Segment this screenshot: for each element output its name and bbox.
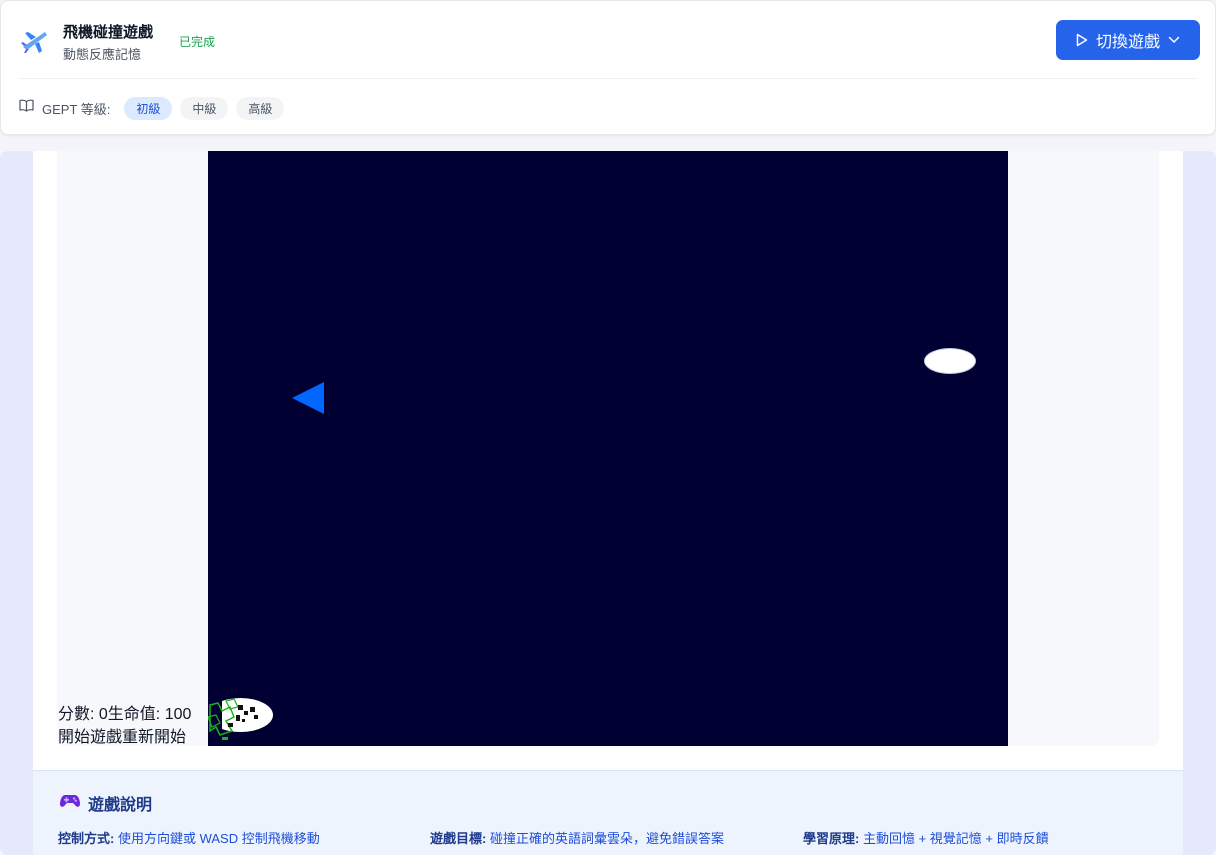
game-instructions: 遊戲說明 控制方式: 使用方向鍵或 WASD 控制飛機移動 遊戲目標: 碰撞正確… — [33, 770, 1183, 855]
instructions-title: 遊戲說明 — [88, 797, 153, 814]
game-canvas[interactable] — [208, 151, 1008, 746]
control-info: 控制方式: 使用方向鍵或 WASD 控制飛機移動 — [58, 828, 320, 847]
airplane-icon — [19, 27, 49, 55]
game-area: 分數: 0生命值: 100 開始遊戲重新開始 — [57, 151, 1159, 746]
goal-label: 遊戲目標: — [430, 831, 487, 846]
start-game-button[interactable]: 開始遊戲 — [58, 729, 122, 746]
goal-info: 遊戲目標: 碰撞正確的英語詞彙雲朵，避免錯誤答案 — [430, 828, 724, 847]
switch-game-button[interactable]: 切換遊戲 — [1056, 20, 1200, 60]
chevron-down-icon — [1168, 36, 1180, 44]
game-hud: 分數: 0生命值: 100 開始遊戲重新開始 — [58, 703, 191, 749]
page-subtitle: 動態反應記憶 — [63, 47, 142, 62]
player-plane — [292, 382, 325, 415]
principle-info: 學習原理: 主動回憶 + 視覺記憶 + 即時反饋 — [803, 828, 1049, 847]
collision-effect — [208, 697, 268, 743]
principle-label: 學習原理: — [803, 831, 860, 846]
restart-game-button[interactable]: 重新開始 — [122, 729, 186, 746]
life-text: 生命值: 100 — [107, 706, 192, 723]
principle-text: 主動回憶 + 視覺記憶 + 即時反饋 — [862, 831, 1049, 846]
level-selector: GEPT 等級: 初級 中級 高級 — [19, 96, 292, 120]
word-cloud — [924, 348, 976, 374]
score-text: 分數: 0 — [58, 706, 108, 723]
gamepad-icon — [60, 794, 80, 813]
control-label: 控制方式: — [58, 831, 115, 846]
page-title: 飛機碰撞遊戲 — [63, 24, 154, 41]
main-panel: 分數: 0生命值: 100 開始遊戲重新開始 遊戲說明 控制方式: 使用方向鍵或… — [0, 151, 1216, 855]
level-label: GEPT 等級: — [42, 101, 111, 117]
level-pill-advanced[interactable]: 高級 — [236, 96, 285, 120]
status-badge: 已完成 — [179, 35, 216, 49]
level-pill-beginner[interactable]: 初級 — [124, 96, 173, 120]
header-card: 飛機碰撞遊戲 動態反應記憶 已完成 切換遊戲 GEPT 等級: 初級 中級 高級 — [0, 0, 1216, 135]
book-icon — [19, 99, 34, 117]
control-text: 使用方向鍵或 WASD 控制飛機移動 — [117, 831, 320, 846]
game-card: 分數: 0生命值: 100 開始遊戲重新開始 遊戲說明 控制方式: 使用方向鍵或… — [33, 151, 1183, 855]
level-pill-intermediate[interactable]: 中級 — [180, 96, 229, 120]
play-icon — [1076, 33, 1088, 47]
goal-text: 碰撞正確的英語詞彙雲朵，避免錯誤答案 — [489, 831, 724, 846]
switch-game-label: 切換遊戲 — [1095, 34, 1160, 51]
header-divider — [19, 78, 1197, 79]
instructions-header: 遊戲說明 — [60, 791, 152, 815]
